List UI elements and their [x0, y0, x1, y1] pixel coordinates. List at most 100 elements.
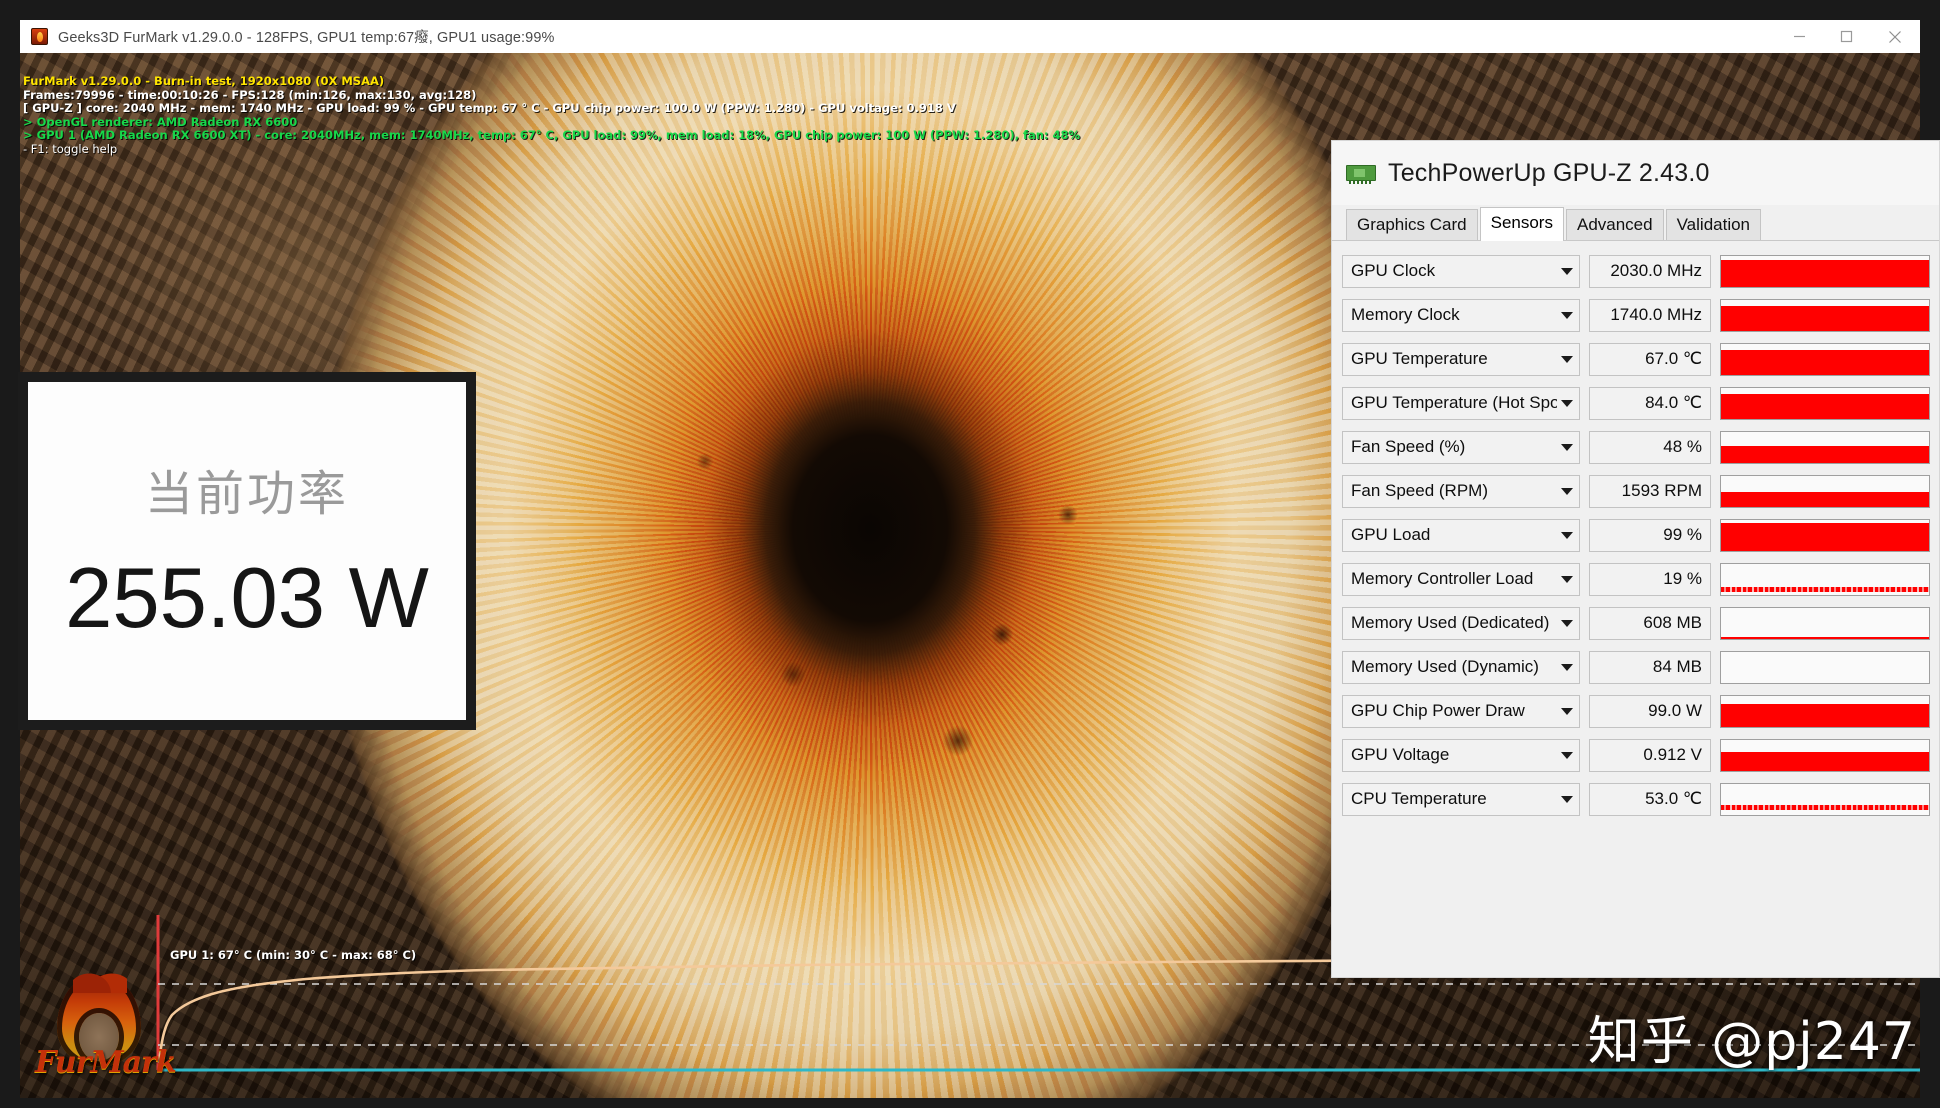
furmark-title-text: Geeks3D FurMark v1.29.0.0 - 128FPS, GPU1…	[58, 30, 555, 46]
minimize-icon[interactable]	[1776, 20, 1823, 53]
window-controls	[1776, 20, 1920, 53]
tab-validation[interactable]: Validation	[1665, 209, 1762, 240]
sensor-select[interactable]: Fan Speed (%)	[1342, 430, 1580, 464]
chevron-down-icon[interactable]	[1561, 355, 1573, 363]
watermark: 知乎 @pj247	[1587, 1012, 1916, 1072]
sensor-value: 1593 RPM	[1589, 474, 1711, 508]
sensor-name-label: GPU Temperature (Hot Spot)	[1351, 393, 1557, 412]
sensor-sparkline	[1720, 518, 1930, 552]
furmark-overlay-text: FurMark v1.29.0.0 - Burn-in test, 1920x1…	[23, 74, 1081, 157]
sensor-name-label: CPU Temperature	[1351, 789, 1487, 808]
sensor-name-label: Fan Speed (%)	[1351, 437, 1466, 456]
power-meter-inner: 当前功率 255.03 W	[28, 382, 466, 720]
sensor-list: GPU Clock 2030.0 MHz Memory Clock 1740.0 MH…	[1332, 241, 1939, 821]
sensor-sparkline	[1720, 562, 1930, 596]
furmark-logo: FurMark	[35, 959, 185, 1098]
sensor-value: 84.0 ℃	[1589, 386, 1711, 420]
furmark-wordmark: FurMark	[35, 1045, 177, 1080]
overlay-line-title: FurMark v1.29.0.0 - Burn-in test, 1920x1…	[23, 74, 385, 88]
chevron-down-icon[interactable]	[1561, 707, 1573, 715]
power-meter-panel: 当前功率 255.03 W	[18, 372, 476, 730]
graphics-card-icon	[1346, 162, 1376, 184]
sensor-row: Memory Clock 1740.0 MHz	[1342, 293, 1939, 337]
overlay-line-help: - F1: toggle help	[23, 141, 118, 156]
chevron-down-icon[interactable]	[1561, 663, 1573, 671]
sensor-sparkline	[1720, 738, 1930, 772]
maximize-icon[interactable]	[1823, 20, 1870, 53]
sensor-name-label: GPU Temperature	[1351, 349, 1488, 368]
sensor-select[interactable]: GPU Load	[1342, 518, 1580, 552]
sensor-sparkline	[1720, 650, 1930, 684]
tab-advanced[interactable]: Advanced	[1565, 209, 1664, 240]
sensor-value: 99.0 W	[1589, 694, 1711, 728]
chevron-down-icon[interactable]	[1561, 267, 1573, 275]
sensor-name-label: GPU Chip Power Draw	[1351, 701, 1525, 720]
sensor-select[interactable]: Memory Used (Dynamic)	[1342, 650, 1580, 684]
gpuz-title-text: TechPowerUp GPU-Z 2.43.0	[1388, 158, 1710, 187]
sensor-name-label: GPU Load	[1351, 525, 1431, 544]
sensor-row: GPU Load 99 %	[1342, 513, 1939, 557]
sensor-sparkline	[1720, 254, 1930, 288]
sensor-sparkline	[1720, 782, 1930, 816]
sensor-name-label: GPU Clock	[1351, 261, 1436, 280]
sensor-row: Memory Controller Load 19 %	[1342, 557, 1939, 601]
sensor-sparkline	[1720, 430, 1930, 464]
sensor-value: 2030.0 MHz	[1589, 254, 1711, 288]
sensor-select[interactable]: GPU Chip Power Draw	[1342, 694, 1580, 728]
sensor-row: GPU Clock 2030.0 MHz	[1342, 249, 1939, 293]
chevron-down-icon[interactable]	[1561, 575, 1573, 583]
overlay-line-renderer: > OpenGL renderer: AMD Radeon RX 6600	[23, 114, 298, 129]
sensor-select[interactable]: Fan Speed (RPM)	[1342, 474, 1580, 508]
sensor-name-label: Fan Speed (RPM)	[1351, 481, 1488, 500]
sensor-value: 48 %	[1589, 430, 1711, 464]
sensor-row: Memory Used (Dedicated) 608 MB	[1342, 601, 1939, 645]
gpuz-titlebar: TechPowerUp GPU-Z 2.43.0	[1332, 141, 1939, 205]
chevron-down-icon[interactable]	[1561, 531, 1573, 539]
gpuz-window: TechPowerUp GPU-Z 2.43.0 Graphics Card Se…	[1331, 140, 1940, 978]
chevron-down-icon[interactable]	[1561, 311, 1573, 319]
chevron-down-icon[interactable]	[1561, 487, 1573, 495]
sensor-select[interactable]: CPU Temperature	[1342, 782, 1580, 816]
sensor-select[interactable]: GPU Voltage	[1342, 738, 1580, 772]
tab-sensors[interactable]: Sensors	[1479, 207, 1564, 241]
sensor-row: GPU Chip Power Draw 99.0 W	[1342, 689, 1939, 733]
gpuz-tab-bar: Graphics Card Sensors Advanced Validation	[1332, 205, 1939, 241]
sensor-name-label: Memory Controller Load	[1351, 569, 1534, 588]
furmark-titlebar: Geeks3D FurMark v1.29.0.0 - 128FPS, GPU1…	[20, 20, 1920, 53]
chevron-down-icon[interactable]	[1561, 795, 1573, 803]
sensor-value: 0.912 V	[1589, 738, 1711, 772]
sensor-select[interactable]: Memory Controller Load	[1342, 562, 1580, 596]
temperature-graph-label: GPU 1: 67° C (min: 30° C - max: 68° C)	[170, 948, 417, 962]
tab-graphics-card[interactable]: Graphics Card	[1346, 209, 1478, 240]
overlay-line-gpu1: > GPU 1 (AMD Radeon RX 6600 XT) - core: …	[23, 128, 1081, 143]
sensor-value: 608 MB	[1589, 606, 1711, 640]
sensor-sparkline	[1720, 694, 1930, 728]
sensor-select[interactable]: Memory Clock	[1342, 298, 1580, 332]
screen: Geeks3D FurMark v1.29.0.0 - 128FPS, GPU1…	[0, 0, 1940, 1108]
sensor-select[interactable]: GPU Temperature	[1342, 342, 1580, 376]
sensor-name-label: GPU Voltage	[1351, 745, 1450, 764]
chevron-down-icon[interactable]	[1561, 619, 1573, 627]
sensor-sparkline	[1720, 298, 1930, 332]
power-meter-value: 255.03 W	[65, 551, 429, 646]
sensor-row: GPU Temperature 67.0 ℃	[1342, 337, 1939, 381]
sensor-value: 84 MB	[1589, 650, 1711, 684]
sensor-value: 67.0 ℃	[1589, 342, 1711, 376]
overlay-line-frames: Frames:79996 - time:00:10:26 - FPS:128 (…	[23, 87, 477, 102]
sensor-select[interactable]: Memory Used (Dedicated)	[1342, 606, 1580, 640]
sensor-select[interactable]: GPU Temperature (Hot Spot)	[1342, 386, 1580, 420]
sensor-row: GPU Voltage 0.912 V	[1342, 733, 1939, 777]
sensor-row: Fan Speed (RPM) 1593 RPM	[1342, 469, 1939, 513]
sensor-sparkline	[1720, 474, 1930, 508]
chevron-down-icon[interactable]	[1561, 751, 1573, 759]
chevron-down-icon[interactable]	[1561, 399, 1573, 407]
chevron-down-icon[interactable]	[1561, 443, 1573, 451]
overlay-line-gpuz: [ GPU-Z ] core: 2040 MHz - mem: 1740 MHz…	[23, 101, 956, 116]
sensor-name-label: Memory Used (Dedicated)	[1351, 613, 1550, 632]
sensor-value: 53.0 ℃	[1589, 782, 1711, 816]
furmark-flame-icon	[31, 28, 48, 45]
sensor-row: Memory Used (Dynamic) 84 MB	[1342, 645, 1939, 689]
sensor-sparkline	[1720, 386, 1930, 420]
sensor-select[interactable]: GPU Clock	[1342, 254, 1580, 288]
close-icon[interactable]	[1870, 20, 1920, 53]
